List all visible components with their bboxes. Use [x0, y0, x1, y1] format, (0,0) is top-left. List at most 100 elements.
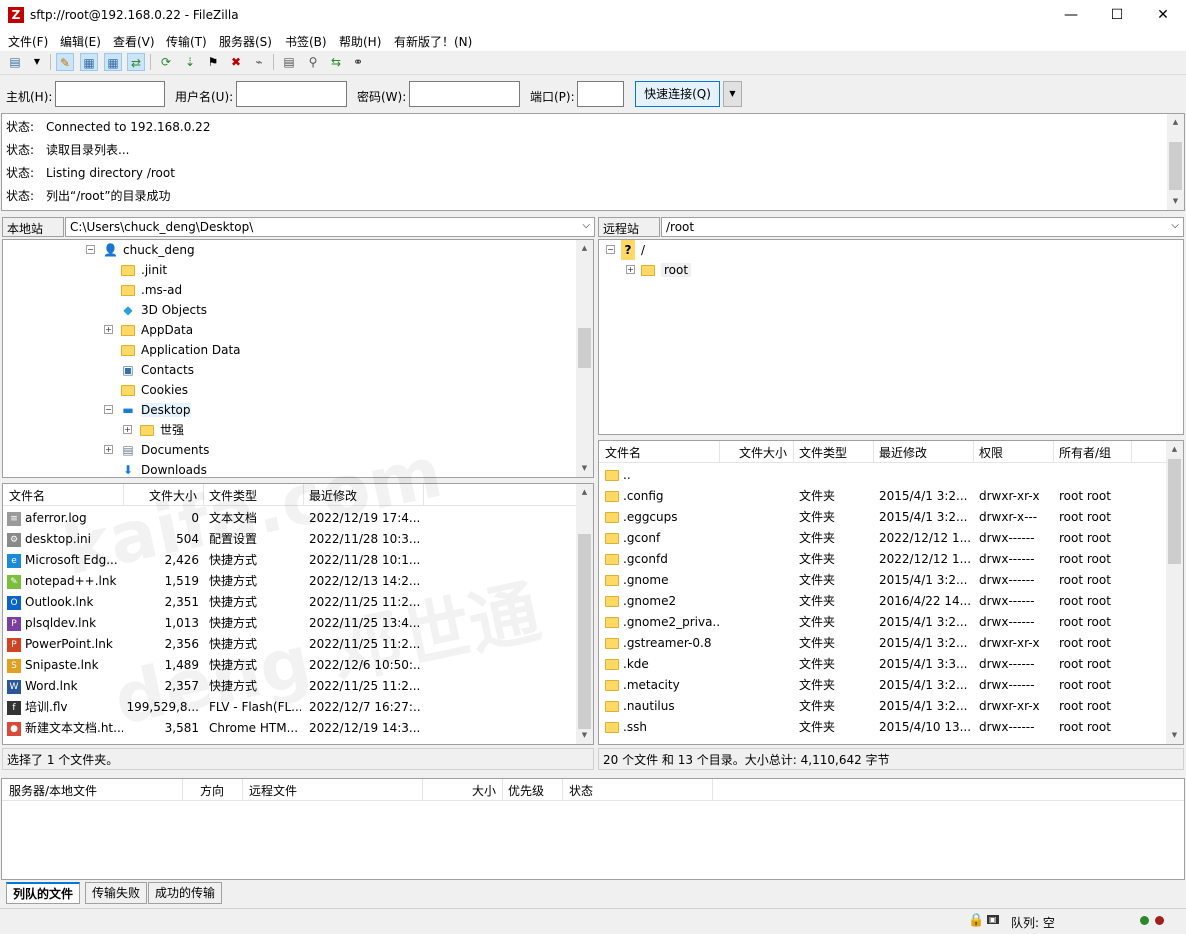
- file-row[interactable]: .gnome2_priva... 文件夹 2015/4/1 3:2... drwx--…: [599, 612, 1165, 633]
- file-row[interactable]: .gconf 文件夹 2022/12/12 1... drwx------ root r…: [599, 528, 1165, 549]
- tree-item[interactable]: ▤ Documents: [121, 440, 209, 460]
- file-row[interactable]: ≡ aferror.log 0 文本文档 2022/12/19 17:4...: [3, 508, 573, 529]
- file-row[interactable]: ⚙ desktop.ini 504 配置设置 2022/11/28 10:3...: [3, 529, 573, 550]
- tree-item[interactable]: Application Data: [121, 340, 241, 360]
- file-row[interactable]: .gnome2 文件夹 2016/4/22 14... drwx------ root …: [599, 591, 1165, 612]
- tree-expander-icon[interactable]: −: [86, 245, 95, 254]
- col-direction[interactable]: 方向: [200, 782, 224, 799]
- tab-failed-transfers[interactable]: 传输失败: [85, 882, 148, 904]
- refresh-icon[interactable]: ⟳: [157, 53, 175, 71]
- menu-bookmarks[interactable]: 书签(B): [285, 33, 327, 50]
- sync-browse-icon[interactable]: ⇆: [327, 53, 345, 71]
- file-row[interactable]: e Microsoft Edg... 2,426 快捷方式 2022/11/28 10:…: [3, 550, 573, 571]
- col-permissions[interactable]: 权限: [979, 444, 1003, 461]
- menu-view[interactable]: 查看(V): [113, 33, 155, 50]
- flag-icon[interactable]: ⚑: [204, 53, 222, 71]
- col-priority[interactable]: 优先级: [508, 782, 544, 799]
- tree-item[interactable]: Cookies: [121, 380, 188, 400]
- column-divider[interactable]: [182, 779, 183, 801]
- col-modified[interactable]: 最近修改: [879, 444, 927, 461]
- tree-item[interactable]: AppData: [121, 320, 193, 340]
- file-row[interactable]: .kde 文件夹 2015/4/1 3:3... drwx------ root roo…: [599, 654, 1165, 675]
- disconnect-icon[interactable]: ⌁: [250, 53, 268, 71]
- column-divider[interactable]: [793, 441, 794, 463]
- col-server-local-file[interactable]: 服务器/本地文件: [9, 782, 97, 799]
- file-row[interactable]: .ssh 文件夹 2015/4/10 13... drwx------ root roo…: [599, 717, 1165, 738]
- col-filetype[interactable]: 文件类型: [209, 487, 257, 504]
- remote-list-scrollbar[interactable]: ▲ ▼: [1166, 441, 1183, 744]
- maximize-button[interactable]: ☐: [1094, 0, 1140, 31]
- tab-queued-files[interactable]: 列队的文件: [6, 882, 81, 904]
- file-row[interactable]: .gnome 文件夹 2015/4/1 3:2... drwx------ root r…: [599, 570, 1165, 591]
- file-row[interactable]: S Snipaste.lnk 1,489 快捷方式 2022/12/6 10:50:..…: [3, 655, 573, 676]
- tree-item[interactable]: 👤 chuck_deng: [103, 240, 195, 260]
- host-input[interactable]: [55, 81, 165, 107]
- local-list-scrollbar[interactable]: ▲ ▼: [576, 484, 593, 744]
- menu-transfer[interactable]: 传输(T): [166, 33, 207, 50]
- cancel-icon[interactable]: ✖: [227, 53, 245, 71]
- tab-successful-transfers[interactable]: 成功的传输: [148, 882, 223, 904]
- tree-item[interactable]: 世强: [140, 420, 184, 440]
- tree-item[interactable]: ? /: [621, 240, 645, 260]
- tree-expander-icon[interactable]: +: [104, 325, 113, 334]
- column-divider[interactable]: [873, 441, 874, 463]
- tree-item[interactable]: ▬ Desktop: [121, 400, 191, 420]
- file-row[interactable]: .gconfd 文件夹 2022/12/12 1... drwx------ root …: [599, 549, 1165, 570]
- tree-expander-icon[interactable]: +: [104, 445, 113, 454]
- col-owner[interactable]: 所有者/组: [1059, 444, 1111, 461]
- scroll-thumb[interactable]: [1168, 459, 1181, 564]
- file-row[interactable]: W Word.lnk 2,357 快捷方式 2022/11/25 11:2...: [3, 676, 573, 697]
- column-divider[interactable]: [973, 441, 974, 463]
- col-filesize[interactable]: 文件大小: [739, 444, 787, 461]
- tree-expander-icon[interactable]: −: [606, 245, 615, 254]
- menu-help[interactable]: 帮助(H): [339, 33, 381, 50]
- col-filename[interactable]: 文件名: [9, 487, 45, 504]
- scroll-down-icon[interactable]: ▼: [576, 727, 593, 744]
- quickconnect-button[interactable]: 快速连接(Q): [635, 81, 720, 107]
- scroll-down-icon[interactable]: ▼: [576, 460, 593, 477]
- local-path-combo[interactable]: C:\Users\chuck_deng\Desktop\ ⌵: [65, 217, 595, 237]
- file-row[interactable]: ✎ notepad++.lnk 1,519 快捷方式 2022/12/13 14:2..…: [3, 571, 573, 592]
- column-divider[interactable]: [423, 484, 424, 506]
- chevron-down-icon[interactable]: ⌵: [582, 220, 590, 231]
- site-manager-icon[interactable]: ▤: [6, 53, 24, 71]
- log-scrollbar[interactable]: ▲ ▼: [1167, 114, 1184, 210]
- tree-item[interactable]: ◆ 3D Objects: [121, 300, 207, 320]
- menu-file[interactable]: 文件(F): [8, 33, 48, 50]
- column-divider[interactable]: [1131, 441, 1132, 463]
- column-divider[interactable]: [502, 779, 503, 801]
- column-divider[interactable]: [203, 484, 204, 506]
- close-button[interactable]: ✕: [1140, 0, 1186, 31]
- tree-expander-icon[interactable]: −: [104, 405, 113, 414]
- menu-edit[interactable]: 编辑(E): [60, 33, 101, 50]
- toggle-local-tree-icon[interactable]: ▦: [80, 53, 98, 71]
- tree-item[interactable]: ⬇ Downloads: [121, 460, 207, 477]
- toggle-queue-icon[interactable]: ⇄: [127, 53, 145, 71]
- tree-item[interactable]: .jinit: [121, 260, 167, 280]
- column-divider[interactable]: [422, 779, 423, 801]
- col-size[interactable]: 大小: [472, 782, 496, 799]
- password-input[interactable]: [409, 81, 520, 107]
- column-divider[interactable]: [712, 779, 713, 801]
- process-queue-icon[interactable]: ⇣: [181, 53, 199, 71]
- menu-server[interactable]: 服务器(S): [219, 33, 272, 50]
- chevron-down-icon[interactable]: ⌵: [1171, 220, 1179, 231]
- minimize-button[interactable]: —: [1048, 0, 1094, 31]
- scroll-up-icon[interactable]: ▲: [576, 240, 593, 257]
- file-row[interactable]: .nautilus 文件夹 2015/4/1 3:2... drwxr-xr-x roo…: [599, 696, 1165, 717]
- local-tree-scrollbar[interactable]: ▲ ▼: [576, 240, 593, 477]
- file-row[interactable]: f 培训.flv 199,529,8... FLV - Flash(FL... 2022…: [3, 697, 573, 718]
- tree-item[interactable]: ▣ Contacts: [121, 360, 194, 380]
- file-row[interactable]: ● 新建文本文档.ht... 3,581 Chrome HTM... 2022/12/1…: [3, 718, 573, 739]
- scroll-up-icon[interactable]: ▲: [576, 484, 593, 501]
- site-manager-dropdown-icon[interactable]: ▼: [28, 53, 46, 71]
- scroll-thumb[interactable]: [578, 534, 591, 729]
- file-row[interactable]: .eggcups 文件夹 2015/4/1 3:2... drwxr-x--- root…: [599, 507, 1165, 528]
- col-status[interactable]: 状态: [569, 782, 593, 799]
- filter-icon[interactable]: ▤: [280, 53, 298, 71]
- column-divider[interactable]: [562, 779, 563, 801]
- menu-new-version[interactable]: 有新版了！(N): [394, 33, 472, 50]
- col-modified[interactable]: 最近修改: [309, 487, 357, 504]
- tree-expander-icon[interactable]: +: [123, 425, 132, 434]
- file-row[interactable]: ..: [599, 465, 1165, 486]
